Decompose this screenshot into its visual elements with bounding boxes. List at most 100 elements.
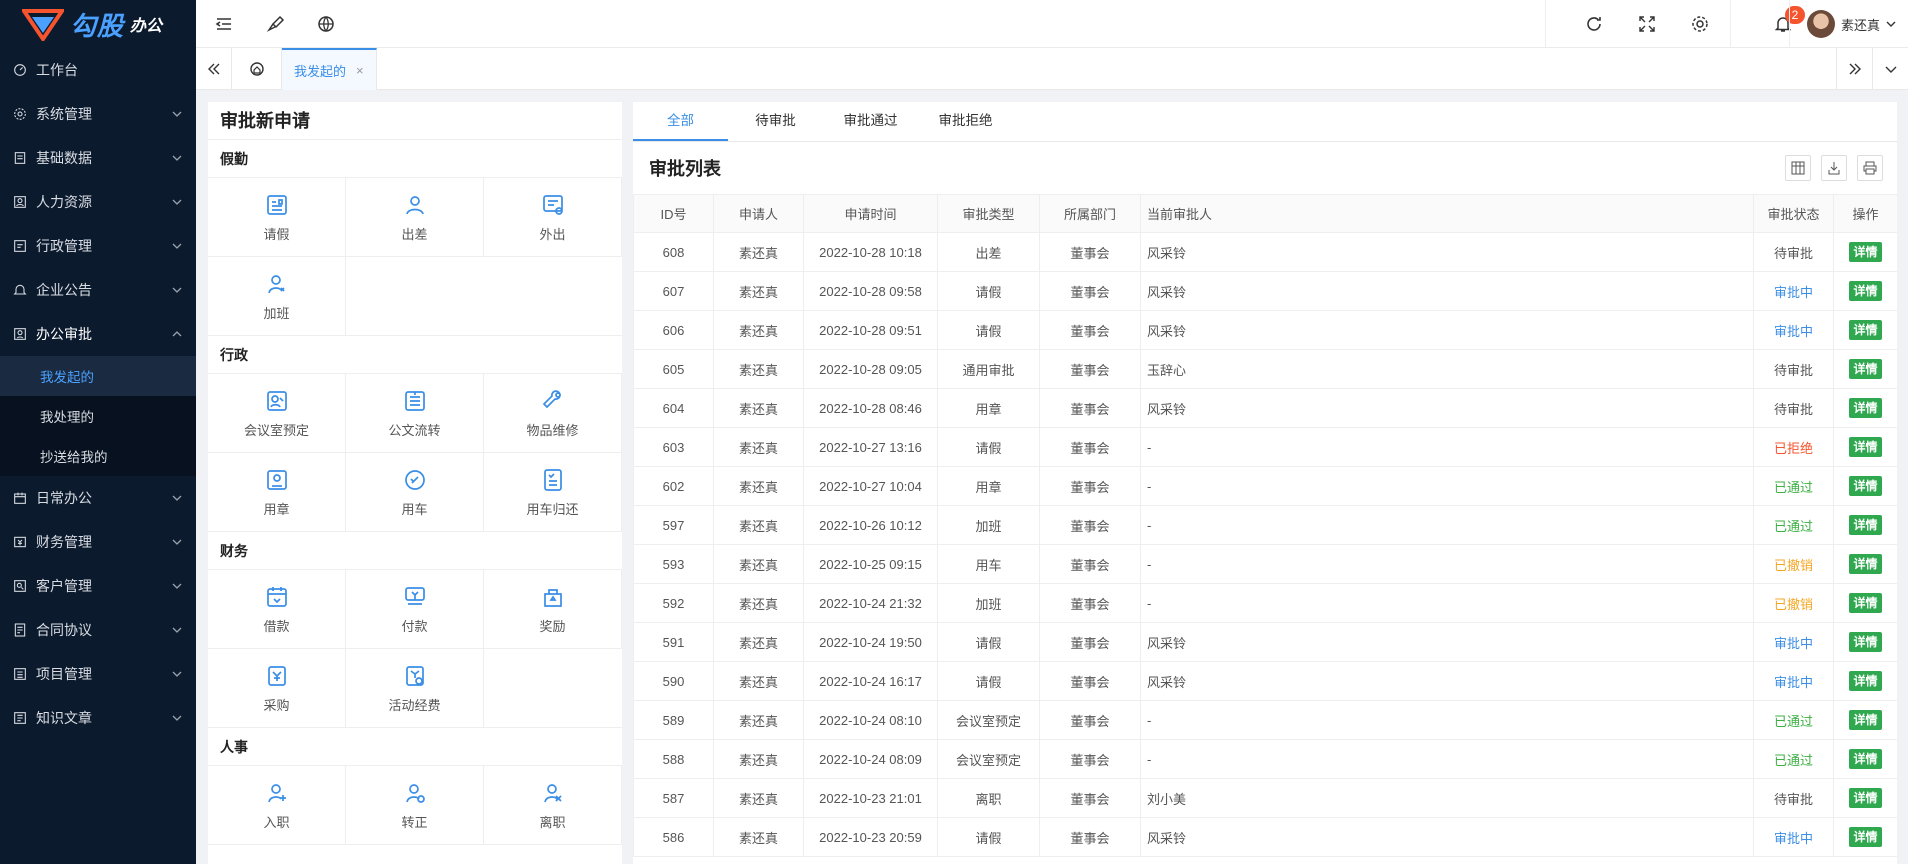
apply-seal-button[interactable]: 用章 xyxy=(208,453,346,532)
sidebar-item-approval[interactable]: 办公审批 xyxy=(0,312,196,356)
detail-button[interactable]: 详情 xyxy=(1849,398,1882,418)
sidebar-item-label: 日常办公 xyxy=(36,490,92,506)
apply-car-return-button[interactable]: 用车归还 xyxy=(484,453,622,532)
notification-button[interactable]: 2 xyxy=(1759,0,1807,48)
apply-meeting-room-button[interactable]: 会议室预定 xyxy=(208,374,346,453)
tabs-dropdown-button[interactable] xyxy=(1872,48,1908,90)
table-row[interactable]: 605 素还真 2022-10-28 09:05 通用审批 董事会 玉辞心 待审批 详情 xyxy=(633,349,1897,389)
tabs-scroll-left-button[interactable] xyxy=(196,48,232,90)
cell-approver: 风采铃 xyxy=(1140,232,1754,272)
table-row[interactable]: 589 素还真 2022-10-24 08:10 会议室预定 董事会 - 已通过 详情 xyxy=(633,700,1897,740)
table-row[interactable]: 592 素还真 2022-10-24 21:32 加班 董事会 - 已撤销 详情 xyxy=(633,583,1897,623)
detail-button[interactable]: 详情 xyxy=(1849,242,1882,262)
apply-activity-fund-button[interactable]: 活动经费 xyxy=(346,649,484,728)
table-row[interactable]: 603 素还真 2022-10-27 13:16 请假 董事会 - 已拒绝 详情 xyxy=(633,427,1897,467)
sidebar-item-project[interactable]: 项目管理 xyxy=(0,652,196,696)
detail-button[interactable]: 详情 xyxy=(1849,359,1882,379)
sidebar-item-contract[interactable]: 合同协议 xyxy=(0,608,196,652)
status-tab[interactable]: 待审批 xyxy=(728,102,823,141)
table-row[interactable]: 608 素还真 2022-10-28 10:18 出差 董事会 风采铃 待审批 详情 xyxy=(633,232,1897,272)
detail-button[interactable]: 详情 xyxy=(1849,788,1882,808)
table-row[interactable]: 597 素还真 2022-10-26 10:12 加班 董事会 - 已通过 详情 xyxy=(633,505,1897,545)
settings-button[interactable] xyxy=(1676,0,1724,48)
detail-button[interactable]: 详情 xyxy=(1849,671,1882,691)
export-button[interactable] xyxy=(1821,155,1847,181)
table-row[interactable]: 591 素还真 2022-10-24 19:50 请假 董事会 风采铃 审批中 详情 xyxy=(633,622,1897,662)
apply-resign-button[interactable]: 离职 xyxy=(484,766,622,845)
column-header: 操作 xyxy=(1833,194,1897,233)
sidebar-item-customer[interactable]: 客户管理 xyxy=(0,564,196,608)
submenu-item[interactable]: 我处理的 xyxy=(0,396,196,436)
cell-dept: 董事会 xyxy=(1039,232,1141,272)
close-tab-icon[interactable]: × xyxy=(356,63,364,78)
regularize-icon xyxy=(402,780,428,806)
detail-button[interactable]: 详情 xyxy=(1849,281,1882,301)
apply-repair-button[interactable]: 物品维修 xyxy=(484,374,622,453)
table-row[interactable]: 593 素还真 2022-10-25 09:15 用车 董事会 - 已撤销 详情 xyxy=(633,544,1897,584)
apply-payment-button[interactable]: 付款 xyxy=(346,570,484,649)
collapse-menu-button[interactable] xyxy=(200,0,248,48)
tabs-scroll-right-button[interactable] xyxy=(1836,48,1872,90)
table-row[interactable]: 587 素还真 2022-10-23 21:01 离职 董事会 刘小美 待审批 详情 xyxy=(633,778,1897,818)
detail-button[interactable]: 详情 xyxy=(1849,554,1882,574)
cell-applicant: 素还真 xyxy=(713,622,804,662)
detail-button[interactable]: 详情 xyxy=(1849,710,1882,730)
sidebar-item-dashboard[interactable]: 工作台 xyxy=(0,48,196,92)
apply-car-button[interactable]: 用车 xyxy=(346,453,484,532)
apply-regularize-button[interactable]: 转正 xyxy=(346,766,484,845)
website-button[interactable] xyxy=(302,0,350,48)
detail-button[interactable]: 详情 xyxy=(1849,827,1882,847)
status-tab[interactable]: 全部 xyxy=(633,102,728,141)
apply-purchase-button[interactable]: 采购 xyxy=(208,649,346,728)
cell-time: 2022-10-28 09:58 xyxy=(803,271,938,311)
detail-button[interactable]: 详情 xyxy=(1849,593,1882,613)
detail-button[interactable]: 详情 xyxy=(1849,476,1882,496)
tab-home[interactable] xyxy=(232,48,282,90)
chevron-down-icon xyxy=(172,627,182,633)
apply-loan-button[interactable]: 借款 xyxy=(208,570,346,649)
user-menu[interactable]: 素还真 xyxy=(1806,0,1896,48)
table-row[interactable]: 586 素还真 2022-10-23 20:59 请假 董事会 风采铃 审批中 详情 xyxy=(633,817,1897,857)
sidebar-item-admin[interactable]: 行政管理 xyxy=(0,224,196,268)
sidebar-item-database[interactable]: 基础数据 xyxy=(0,136,196,180)
table-row[interactable]: 604 素还真 2022-10-28 08:46 用章 董事会 风采铃 待审批 详情 xyxy=(633,388,1897,428)
apply-go-out-button[interactable]: 外出 xyxy=(484,178,622,257)
apply-leave-button[interactable]: 请假 xyxy=(208,178,346,257)
status-tab[interactable]: 审批拒绝 xyxy=(918,102,1013,141)
apply-label: 奖励 xyxy=(539,618,566,634)
print-button[interactable] xyxy=(1857,155,1883,181)
app-logo[interactable]: 勾股 办公 xyxy=(0,0,196,48)
table-row[interactable]: 590 素还真 2022-10-24 16:17 请假 董事会 风采铃 审批中 详情 xyxy=(633,661,1897,701)
table-row[interactable]: 602 素还真 2022-10-27 10:04 用章 董事会 - 已通过 详情 xyxy=(633,466,1897,506)
apply-business-trip-button[interactable]: 出差 xyxy=(346,178,484,257)
sidebar-item-article[interactable]: 知识文章 xyxy=(0,696,196,740)
table-row[interactable]: 588 素还真 2022-10-24 08:09 会议室预定 董事会 - 已通过 详情 xyxy=(633,739,1897,779)
fullscreen-button[interactable] xyxy=(1623,0,1671,48)
detail-button[interactable]: 详情 xyxy=(1849,320,1882,340)
tab-my-initiated[interactable]: 我发起的 × xyxy=(282,48,377,90)
detail-button[interactable]: 详情 xyxy=(1849,515,1882,535)
detail-button[interactable]: 详情 xyxy=(1849,632,1882,652)
apply-document-flow-button[interactable]: 公文流转 xyxy=(346,374,484,453)
detail-button[interactable]: 详情 xyxy=(1849,749,1882,769)
refresh-button[interactable] xyxy=(1570,0,1618,48)
detail-button[interactable]: 详情 xyxy=(1849,437,1882,457)
status-tab[interactable]: 审批通过 xyxy=(823,102,918,141)
apply-overtime-button[interactable]: 加班 xyxy=(208,257,346,336)
table-row[interactable]: 607 素还真 2022-10-28 09:58 请假 董事会 风采铃 审批中 详情 xyxy=(633,271,1897,311)
apply-onboard-button[interactable]: 入职 xyxy=(208,766,346,845)
clear-cache-button[interactable] xyxy=(252,0,300,48)
apply-label: 用车归还 xyxy=(526,501,579,517)
sidebar-item-person[interactable]: 人力资源 xyxy=(0,180,196,224)
column-filter-button[interactable] xyxy=(1785,155,1811,181)
table-row[interactable]: 606 素还真 2022-10-28 09:51 请假 董事会 风采铃 审批中 详情 xyxy=(633,310,1897,350)
sidebar-item-finance[interactable]: 财务管理 xyxy=(0,520,196,564)
cell-action: 详情 xyxy=(1833,622,1897,662)
apply-reward-button[interactable]: 奖励 xyxy=(484,570,622,649)
submenu-item[interactable]: 抄送给我的 xyxy=(0,436,196,476)
submenu-item[interactable]: 我发起的 xyxy=(0,356,196,396)
sidebar-item-calendar[interactable]: 日常办公 xyxy=(0,476,196,520)
cell-id: 593 xyxy=(633,544,714,584)
sidebar-item-settings[interactable]: 系统管理 xyxy=(0,92,196,136)
sidebar-item-bell[interactable]: 企业公告 xyxy=(0,268,196,312)
